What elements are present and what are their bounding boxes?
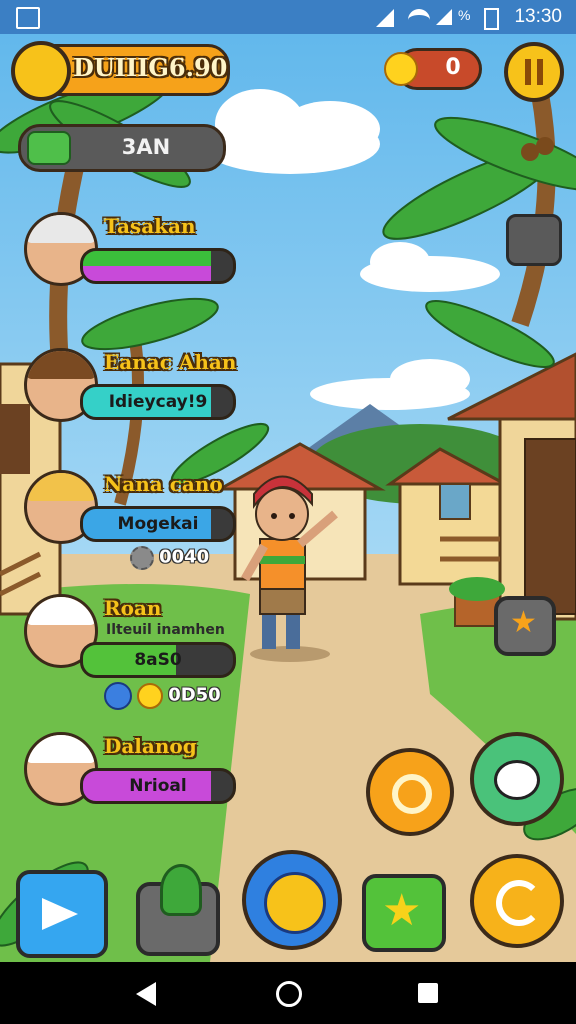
signal-icon bbox=[376, 9, 394, 27]
counter-value: 0 bbox=[445, 55, 461, 80]
star-icon: ★ bbox=[510, 605, 537, 640]
npc-subtitle: Ilteuil inamhen bbox=[106, 622, 225, 638]
sun-icon bbox=[137, 683, 164, 709]
map-button[interactable] bbox=[242, 850, 342, 950]
ring-icon bbox=[392, 774, 432, 814]
resource-bar[interactable]: 3AN bbox=[18, 124, 226, 172]
status-bar: % 13:30 bbox=[0, 0, 576, 34]
star-icon: ★ bbox=[382, 885, 422, 936]
back-icon[interactable] bbox=[136, 982, 156, 1006]
npc-name: Nana cano bbox=[104, 472, 223, 496]
npc-status-text: Idieycay!9 bbox=[108, 392, 208, 412]
chat-bubble-button[interactable] bbox=[506, 214, 562, 266]
android-nav-bar bbox=[0, 962, 576, 1024]
favorite-button[interactable]: ★ bbox=[362, 874, 446, 952]
floating-value-text: 0D50 bbox=[168, 684, 221, 706]
npc-name: Dalanog bbox=[104, 734, 197, 758]
game-scene[interactable]: DUIIIG6.90 3AN 0 Tasakan Eanac Ahan Idieyc… bbox=[0, 34, 576, 962]
potion-icon bbox=[160, 864, 202, 916]
refresh-icon bbox=[496, 880, 542, 926]
refresh-button[interactable] bbox=[470, 854, 564, 948]
sun-icon bbox=[384, 52, 418, 86]
floating-value-text: 0040 bbox=[159, 546, 210, 568]
blue-orb-icon bbox=[104, 682, 132, 710]
npc-name: Roan bbox=[104, 596, 162, 620]
npc-row[interactable]: Dalanog Nrioal bbox=[20, 724, 240, 814]
gear-icon bbox=[130, 546, 154, 570]
pause-button[interactable] bbox=[504, 42, 564, 102]
npc-status-text: Mogekai bbox=[117, 514, 199, 534]
npc-status-fill bbox=[83, 251, 211, 281]
star-button[interactable]: ★ bbox=[494, 596, 556, 656]
home-icon[interactable] bbox=[276, 981, 302, 1007]
fox-coin-icon bbox=[11, 41, 71, 101]
battery-percent-text: % bbox=[458, 7, 471, 23]
paper-plane-icon bbox=[42, 898, 78, 930]
player-character[interactable] bbox=[240, 464, 350, 664]
signal-icon bbox=[436, 9, 452, 25]
npc-status-text: 8aS0 bbox=[134, 650, 182, 670]
send-button[interactable] bbox=[16, 870, 108, 958]
floating-value: 0040 bbox=[130, 546, 209, 570]
resource-label: 3AN bbox=[121, 135, 171, 159]
item-button[interactable] bbox=[136, 864, 220, 956]
compass-icon bbox=[264, 872, 326, 934]
npc-row[interactable]: Eanac Ahan Idieycay!9 bbox=[20, 340, 240, 430]
npc-status-text: Nrioal bbox=[129, 776, 187, 796]
wifi-icon bbox=[408, 9, 430, 31]
recents-icon[interactable] bbox=[418, 983, 438, 1003]
pause-icon bbox=[525, 59, 543, 85]
green-gem-icon bbox=[27, 131, 71, 165]
npc-row[interactable]: Roan Ilteuil inamhen 8aS0 bbox=[20, 586, 240, 678]
title-panel[interactable]: DUIIIG6.90 bbox=[11, 41, 230, 101]
npc-row[interactable]: Nana cano Mogekai bbox=[20, 462, 240, 552]
npc-status-bar: Idieycay!9 bbox=[80, 384, 236, 420]
npc-name: Tasakan bbox=[104, 214, 196, 238]
game-title: DUIIIG6.90 bbox=[73, 53, 228, 82]
npc-status-bar bbox=[80, 248, 236, 284]
npc-status-bar: Nrioal bbox=[80, 768, 236, 804]
battery-icon bbox=[484, 8, 499, 30]
npc-name: Eanac Ahan bbox=[104, 350, 237, 374]
gallery-icon bbox=[16, 7, 40, 29]
floating-value: 0D50 bbox=[104, 682, 221, 710]
npc-status-bar: 8aS0 bbox=[80, 642, 236, 678]
npc-status-bar: Mogekai bbox=[80, 506, 236, 542]
cow-icon bbox=[494, 760, 540, 800]
cow-button[interactable] bbox=[470, 732, 564, 826]
clock: 13:30 bbox=[514, 6, 562, 27]
npc-row[interactable]: Tasakan bbox=[20, 204, 240, 294]
donut-button[interactable] bbox=[366, 748, 454, 836]
